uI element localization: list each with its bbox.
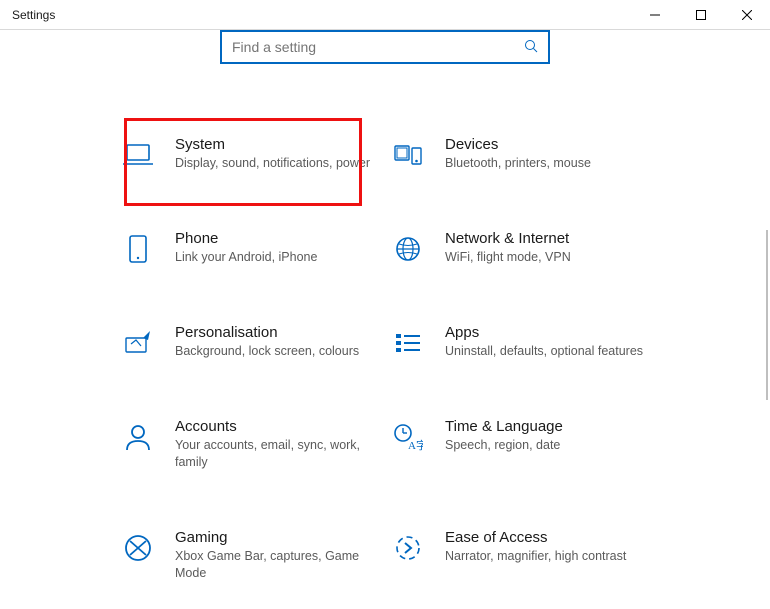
tile-subtitle: WiFi, flight mode, VPN xyxy=(445,249,649,266)
tile-accounts[interactable]: Accounts Your accounts, email, sync, wor… xyxy=(115,414,385,475)
tile-title: Apps xyxy=(445,324,649,341)
paintbrush-icon xyxy=(121,326,155,360)
tile-title: Phone xyxy=(175,230,379,247)
svg-text:A字: A字 xyxy=(408,438,423,451)
tile-ease-of-access[interactable]: Ease of Access Narrator, magnifier, high… xyxy=(385,525,655,586)
scrollbar[interactable] xyxy=(766,230,768,400)
tile-subtitle: Background, lock screen, colours xyxy=(175,343,379,360)
person-icon xyxy=(121,420,155,454)
tile-time-language[interactable]: A字 Time & Language Speech, region, date xyxy=(385,414,655,475)
xbox-icon xyxy=(121,531,155,565)
tile-subtitle: Bluetooth, printers, mouse xyxy=(445,155,649,172)
devices-icon xyxy=(391,138,425,172)
tile-system[interactable]: System Display, sound, notifications, po… xyxy=(115,132,385,176)
time-language-icon: A字 xyxy=(391,420,425,454)
content-area: System Display, sound, notifications, po… xyxy=(0,30,770,609)
phone-icon xyxy=(121,232,155,266)
tile-title: System xyxy=(175,136,379,153)
tile-subtitle: Display, sound, notifications, power xyxy=(175,155,379,172)
tile-phone[interactable]: Phone Link your Android, iPhone xyxy=(115,226,385,270)
tile-network[interactable]: Network & Internet WiFi, flight mode, VP… xyxy=(385,226,655,270)
close-button[interactable] xyxy=(724,0,770,30)
window-controls xyxy=(632,0,770,30)
titlebar: Settings xyxy=(0,0,770,30)
tile-title: Network & Internet xyxy=(445,230,649,247)
tile-title: Personalisation xyxy=(175,324,379,341)
globe-icon xyxy=(391,232,425,266)
search-box[interactable] xyxy=(220,30,550,64)
maximize-button[interactable] xyxy=(678,0,724,30)
apps-list-icon xyxy=(391,326,425,360)
tile-title: Accounts xyxy=(175,418,379,435)
tile-apps[interactable]: Apps Uninstall, defaults, optional featu… xyxy=(385,320,655,364)
tile-subtitle: Xbox Game Bar, captures, Game Mode xyxy=(175,548,379,582)
tile-personalisation[interactable]: Personalisation Background, lock screen,… xyxy=(115,320,385,364)
tile-title: Devices xyxy=(445,136,649,153)
tile-subtitle: Your accounts, email, sync, work, family xyxy=(175,437,379,471)
tile-gaming[interactable]: Gaming Xbox Game Bar, captures, Game Mod… xyxy=(115,525,385,586)
ease-of-access-icon xyxy=(391,531,425,565)
settings-grid: System Display, sound, notifications, po… xyxy=(115,132,655,586)
tile-subtitle: Uninstall, defaults, optional features xyxy=(445,343,649,360)
tile-title: Ease of Access xyxy=(445,529,649,546)
laptop-icon xyxy=(121,138,155,172)
search-input[interactable] xyxy=(232,39,538,55)
search-icon xyxy=(524,39,538,56)
tile-subtitle: Narrator, magnifier, high contrast xyxy=(445,548,649,565)
tile-subtitle: Speech, region, date xyxy=(445,437,649,454)
tile-devices[interactable]: Devices Bluetooth, printers, mouse xyxy=(385,132,655,176)
minimize-button[interactable] xyxy=(632,0,678,30)
tile-title: Time & Language xyxy=(445,418,649,435)
tile-title: Gaming xyxy=(175,529,379,546)
app-title: Settings xyxy=(0,8,55,22)
tile-subtitle: Link your Android, iPhone xyxy=(175,249,379,266)
